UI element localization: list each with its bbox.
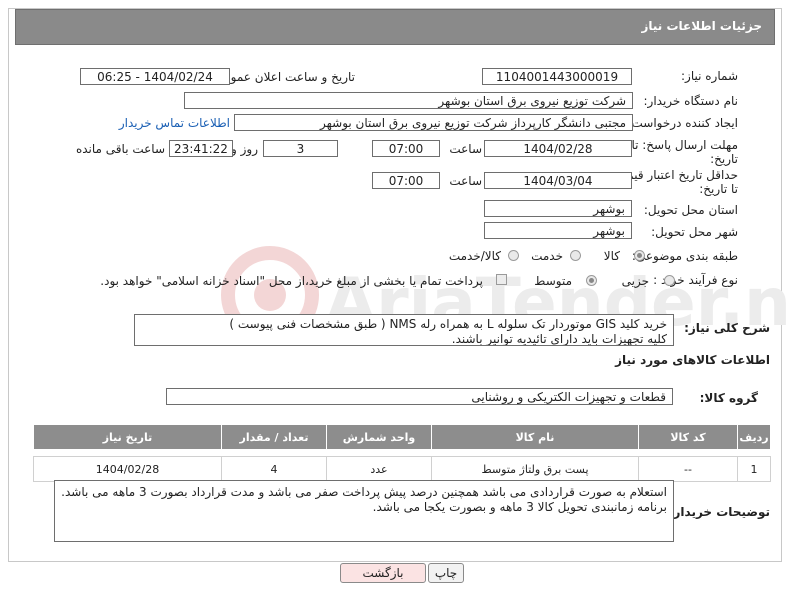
- category-radio-service[interactable]: [570, 250, 581, 261]
- price-validity-time-field[interactable]: 07:00: [372, 172, 440, 189]
- deadline-days-label: روز و: [231, 142, 258, 156]
- buyer-org-field[interactable]: شرکت توزیع نیروی برق استان بوشهر: [184, 92, 633, 109]
- goods-table-header-row: ردیف کد کالا نام کالا واحد شمارش تعداد /…: [33, 424, 771, 450]
- deadline-label-line2: تاریخ:: [710, 152, 738, 166]
- requester-label: ایجاد کننده درخواست:: [627, 116, 738, 130]
- cell-goods-name: پست برق ولتاژ متوسط: [431, 456, 639, 482]
- cell-goods-code: --: [638, 456, 738, 482]
- deadline-remaining-label: ساعت باقی مانده: [75, 142, 165, 156]
- category-radio-goods[interactable]: [634, 250, 645, 261]
- goods-group-field[interactable]: قطعات و تجهیزات الکتریکی و روشنایی: [166, 388, 673, 405]
- price-validity-time-label: ساعت: [449, 174, 482, 188]
- category-option-service: خدمت: [531, 249, 563, 263]
- page-title: جزئیات اطلاعات نیاز: [641, 19, 762, 33]
- buyer-notes-line-1: استعلام به صورت قراردادی می باشد همچنین …: [61, 485, 667, 499]
- price-validity-label-line2: تا تاریخ:: [699, 182, 738, 196]
- goods-info-title: اطلاعات کالاهای مورد نیاز: [615, 353, 770, 367]
- category-radio-goods-service[interactable]: [508, 250, 519, 261]
- requester-field[interactable]: مجتبی دانشگر کارپرداز شرکت توزیع نیروی ب…: [234, 114, 633, 131]
- description-line-2: کلیه تجهیزات باید دارای تائیدیه توانیر ب…: [451, 332, 667, 346]
- goods-table: ردیف کد کالا نام کالا واحد شمارش تعداد /…: [33, 424, 771, 482]
- deadline-remaining-field[interactable]: 23:41:22: [169, 140, 233, 157]
- col-row-number: ردیف: [737, 424, 771, 450]
- deadline-time-label: ساعت: [449, 142, 482, 156]
- description-line-1: خرید کلید GIS موتوردار تک سلوله L به همر…: [229, 317, 667, 331]
- price-validity-date-field[interactable]: 1404/03/04: [484, 172, 632, 189]
- announce-label: تاریخ و ساعت اعلان عمومی:: [210, 70, 355, 84]
- buyer-org-label: نام دستگاه خریدار:: [643, 94, 739, 108]
- category-label: طبقه بندی موضوعی:: [631, 249, 738, 263]
- deadline-time-field[interactable]: 07:00: [372, 140, 440, 157]
- purchase-option-medium: متوسط: [534, 274, 572, 288]
- treasury-payment-note: پرداخت تمام یا بخشی از مبلغ خرید،از محل …: [100, 274, 483, 288]
- buyer-contact-link[interactable]: اطلاعات تماس خریدار: [119, 116, 230, 130]
- description-label: شرح کلی نیاز:: [684, 321, 770, 335]
- city-label: شهر محل تحویل:: [651, 225, 738, 239]
- page-header: جزئیات اطلاعات نیاز: [15, 9, 775, 45]
- description-textarea[interactable]: خرید کلید GIS موتوردار تک سلوله L به همر…: [134, 314, 674, 346]
- col-goods-code: کد کالا: [638, 424, 738, 450]
- buyer-notes-label: توضیحات خریدار:: [668, 505, 770, 519]
- cell-quantity: 4: [221, 456, 327, 482]
- table-row[interactable]: 1 -- پست برق ولتاژ متوسط عدد 4 1404/02/2…: [33, 456, 771, 482]
- col-goods-name: نام کالا: [431, 424, 639, 450]
- col-unit: واحد شمارش: [326, 424, 432, 450]
- cell-unit: عدد: [326, 456, 432, 482]
- goods-group-label: گروه کالا:: [699, 391, 758, 405]
- city-field[interactable]: بوشهر: [484, 222, 632, 239]
- need-number-field[interactable]: 1104001443000019: [482, 68, 632, 85]
- need-number-label: شماره نیاز:: [681, 69, 738, 83]
- purchase-radio-medium[interactable]: [586, 275, 597, 286]
- deadline-date-field[interactable]: 1404/02/28: [484, 140, 632, 157]
- buyer-notes-textarea[interactable]: استعلام به صورت قراردادی می باشد همچنین …: [54, 480, 674, 542]
- province-label: استان محل تحویل:: [643, 203, 738, 217]
- purchase-radio-minor[interactable]: [664, 275, 675, 286]
- treasury-payment-checkbox[interactable]: [496, 274, 507, 285]
- print-button[interactable]: چاپ: [428, 563, 464, 583]
- back-button[interactable]: بازگشت: [340, 563, 426, 583]
- announce-field[interactable]: 1404/02/24 - 06:25: [80, 68, 230, 85]
- cell-row-number: 1: [737, 456, 771, 482]
- deadline-days-field[interactable]: 3: [263, 140, 338, 157]
- col-quantity: تعداد / مقدار: [221, 424, 327, 450]
- col-need-date: تاریخ نیاز: [33, 424, 222, 450]
- category-option-goods-service: کالا/خدمت: [448, 249, 501, 263]
- deadline-label-line1: مهلت ارسال پاسخ: تا: [631, 138, 738, 152]
- category-option-goods: کالا: [603, 249, 620, 263]
- province-field[interactable]: بوشهر: [484, 200, 632, 217]
- buyer-notes-line-2: برنامه زمانبندی تحویل کالا 3 ماهه و بصور…: [372, 500, 667, 514]
- cell-need-date: 1404/02/28: [33, 456, 222, 482]
- purchase-option-minor: جزیی: [621, 274, 649, 288]
